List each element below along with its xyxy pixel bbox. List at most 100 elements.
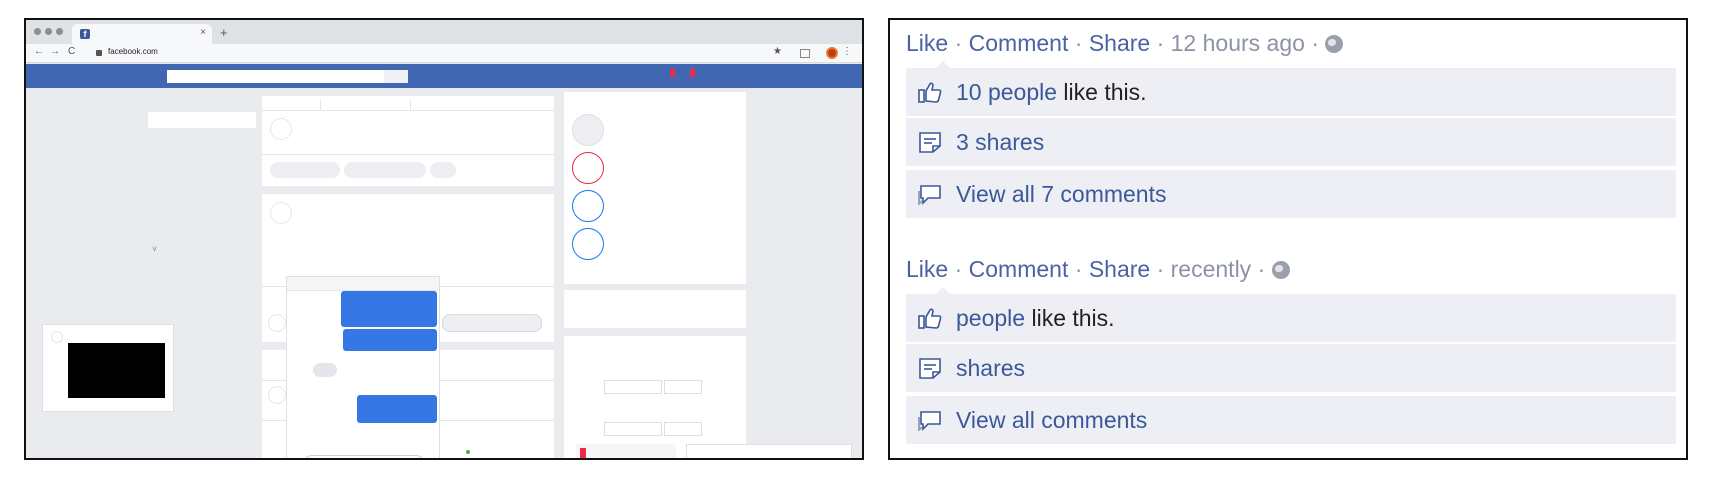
separator: ·	[1257, 256, 1266, 282]
facebook-favicon-icon: f	[80, 29, 90, 39]
sent-message-bubble	[357, 395, 437, 423]
chat-message-input[interactable]	[303, 455, 425, 458]
messenger-chat-window[interactable]	[286, 276, 440, 458]
separator: ·	[1156, 30, 1165, 56]
comment-icon	[918, 185, 941, 205]
story-avatar[interactable]	[572, 190, 604, 222]
thumbs-up-icon	[918, 82, 942, 103]
facebook-feed-area: ˅	[26, 88, 862, 458]
separator: ·	[1311, 30, 1319, 56]
likes-people-link[interactable]: 10 people	[956, 79, 1057, 105]
likes-suffix: like this.	[1025, 305, 1115, 331]
collapse-caret-icon[interactable]: ˅	[152, 244, 157, 254]
forward-button[interactable]: →	[50, 46, 60, 57]
shares-link[interactable]: 3 shares	[956, 118, 1044, 166]
like-link[interactable]: Like	[906, 256, 948, 282]
story-avatar[interactable]	[572, 228, 604, 260]
comment-input[interactable]	[442, 314, 542, 332]
tab-close-button[interactable]: ×	[200, 27, 206, 38]
comments-row: View all 7 comments	[906, 170, 1676, 218]
composer-card	[262, 96, 554, 186]
shares-row: shares	[906, 344, 1676, 392]
avatar	[268, 314, 286, 332]
story-avatar[interactable]	[572, 114, 604, 146]
like-link[interactable]: Like	[906, 30, 948, 56]
post-action-bar: Like · Comment · Share · 12 hours ago ·	[906, 28, 1344, 58]
window-minimize-dot[interactable]	[45, 28, 52, 35]
comment-link[interactable]: Comment	[969, 256, 1069, 282]
likes-text: 10 people like this.	[956, 68, 1147, 116]
share-link[interactable]: Share	[1089, 30, 1150, 56]
view-all-comments-link[interactable]: View all 7 comments	[956, 170, 1167, 218]
tab-bar: f × +	[26, 20, 862, 44]
url-field[interactable]: facebook.com	[108, 47, 158, 56]
browser-tab[interactable]: f ×	[72, 24, 212, 44]
story-avatar[interactable]	[572, 152, 604, 184]
shares-link[interactable]: shares	[956, 344, 1025, 392]
placeholder-block	[664, 422, 702, 436]
avatar	[270, 118, 292, 140]
post-footers-panel: Like · Comment · Share · 12 hours ago · …	[888, 18, 1688, 460]
avatar	[268, 386, 286, 404]
browser-menu-button[interactable]: ⋮	[842, 46, 852, 57]
separator: ·	[1074, 30, 1083, 56]
globe-icon	[1271, 261, 1290, 279]
share-icon	[919, 132, 941, 153]
sidebar-card	[564, 336, 746, 458]
divider	[262, 110, 554, 111]
separator: ·	[954, 30, 963, 56]
video-player[interactable]	[42, 324, 174, 412]
placeholder-block	[664, 380, 702, 394]
placeholder-block	[604, 422, 662, 436]
back-button[interactable]: ←	[34, 46, 44, 57]
avatar	[51, 331, 63, 343]
placeholder-block	[604, 380, 662, 394]
reload-button[interactable]: C	[68, 46, 75, 57]
new-tab-button[interactable]: +	[220, 25, 228, 40]
divider	[262, 154, 554, 155]
chat-sidebar-search[interactable]	[686, 444, 852, 458]
chat-tab[interactable]	[576, 444, 676, 458]
typing-indicator	[313, 363, 337, 377]
lock-icon	[96, 50, 102, 56]
thumbs-up-icon	[918, 308, 942, 329]
stories-card	[564, 92, 746, 284]
left-nav-item[interactable]	[148, 112, 256, 128]
caret-pointer	[936, 287, 950, 294]
divider	[320, 100, 321, 110]
profile-avatar[interactable]	[826, 47, 838, 59]
share-link[interactable]: Share	[1089, 256, 1150, 282]
facebook-search-input[interactable]	[167, 70, 407, 83]
facebook-header	[26, 64, 862, 88]
shares-row: 3 shares	[906, 118, 1676, 166]
window-zoom-dot[interactable]	[56, 28, 63, 35]
chat-header[interactable]	[287, 277, 439, 291]
post-action-bar: Like · Comment · Share · recently ·	[906, 254, 1290, 284]
notification-badge	[580, 448, 586, 458]
composer-option[interactable]	[270, 162, 340, 178]
video-screen[interactable]	[68, 343, 165, 398]
facebook-search-button[interactable]	[384, 70, 408, 83]
view-all-comments-link[interactable]: View all comments	[956, 396, 1147, 444]
divider	[410, 100, 411, 110]
notification-badge[interactable]	[690, 69, 695, 77]
composer-option[interactable]	[430, 162, 456, 178]
bookmark-star-icon[interactable]: ★	[773, 46, 782, 57]
composer-option[interactable]	[344, 162, 426, 178]
extension-icon[interactable]	[800, 49, 810, 58]
likes-text: people like this.	[956, 294, 1115, 342]
likes-people-link[interactable]: people	[956, 305, 1025, 331]
sent-message-bubble	[341, 291, 437, 327]
sent-message-bubble	[343, 329, 437, 351]
globe-icon	[1325, 35, 1344, 53]
comment-link[interactable]: Comment	[969, 30, 1069, 56]
timestamp-link[interactable]: recently	[1171, 256, 1252, 282]
browser-window: f × + ← → C facebook.com ★ ⋮ ˅	[24, 18, 864, 460]
address-bar: ← → C facebook.com ★ ⋮	[26, 44, 862, 63]
notification-badge[interactable]	[670, 69, 675, 77]
comment-icon	[918, 411, 941, 431]
window-close-dot[interactable]	[34, 28, 41, 35]
separator: ·	[954, 256, 963, 282]
share-icon	[919, 358, 941, 379]
timestamp-link[interactable]: 12 hours ago	[1171, 30, 1305, 56]
